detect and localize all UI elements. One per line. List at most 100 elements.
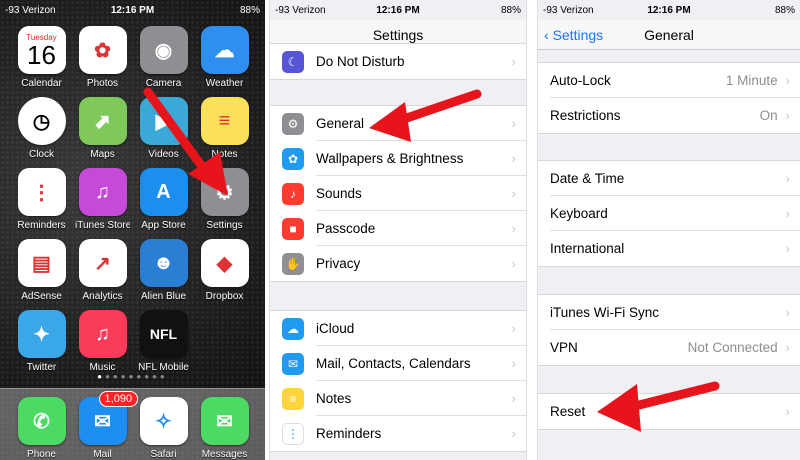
- app-label: AdSense: [21, 291, 62, 302]
- app-twitter[interactable]: ✦ Twitter: [14, 310, 69, 373]
- maps-icon: ⬈: [78, 97, 127, 145]
- app-label: Mail: [93, 449, 112, 460]
- app-calendar[interactable]: Tuesday 16 Calendar: [14, 26, 69, 89]
- page-title: Settings: [372, 26, 424, 43]
- settings-row-sounds[interactable]: ♪ Sounds ›: [270, 176, 526, 211]
- general-row-auto-lock[interactable]: Auto-Lock 1 Minute ›: [538, 63, 800, 98]
- status-time: 12:16 PM: [110, 4, 155, 16]
- status-time: 12:16 PM: [376, 4, 420, 16]
- settings-row-wallpapers-brightness[interactable]: ✿ Wallpapers & Brightness ›: [270, 141, 526, 176]
- app-music[interactable]: ♫ Music: [75, 310, 130, 373]
- adsense-icon: ▤: [17, 239, 66, 287]
- chevron-right-icon: ›: [511, 221, 516, 236]
- phone-icon: ✆: [17, 397, 66, 445]
- annotation-arrow-reset: [597, 381, 720, 432]
- nfl-icon: NFL: [139, 310, 188, 358]
- app-label: Maps: [90, 149, 115, 160]
- row-label: Auto-Lock: [550, 73, 611, 88]
- settings-row-do-not-disturb[interactable]: ☾ Do Not Disturb ›: [270, 44, 526, 79]
- row-value: Not Connected: [687, 340, 778, 355]
- app-label: Alien Blue: [140, 291, 187, 302]
- chevron-right-icon: ›: [511, 54, 516, 69]
- settings-row-mail-contacts-calendars[interactable]: ✉ Mail, Contacts, Calendars ›: [270, 346, 526, 381]
- dock-phone[interactable]: ✆ Phone: [14, 397, 69, 460]
- back-button[interactable]: ‹ Settings: [544, 27, 603, 43]
- general-row-keyboard[interactable]: Keyboard ›: [538, 196, 800, 231]
- battery-level: 88%: [500, 4, 521, 16]
- chevron-right-icon: ›: [511, 391, 516, 406]
- twitter-icon: ✦: [17, 310, 66, 358]
- app-maps[interactable]: ⬈ Maps: [75, 97, 130, 160]
- sounds-icon: ♪: [282, 182, 304, 205]
- dock-safari[interactable]: ✧ Safari: [136, 397, 191, 460]
- app-reminders[interactable]: ⋮ Reminders: [14, 168, 69, 231]
- general-group-datetime: Date & Time › Keyboard › International ›: [538, 160, 800, 267]
- dock-messages[interactable]: ✉ Messages: [197, 397, 252, 460]
- general-row-international[interactable]: International ›: [538, 231, 800, 266]
- dock: ✆ Phone ✉ 1,090 Mail ✧ Safari ✉ Messages: [0, 388, 265, 460]
- app-nfl[interactable]: NFL NFL Mobile: [136, 310, 191, 373]
- dock-mail[interactable]: ✉ 1,090 Mail: [75, 391, 139, 460]
- status-time: 12:16 PM: [647, 4, 691, 16]
- general-row-vpn[interactable]: VPN Not Connected ›: [538, 330, 800, 365]
- general-screen: -93 Verizon 12:16 PM 88% ‹ Settings Gene…: [537, 0, 800, 460]
- carrier-signal: -93 Verizon: [543, 4, 594, 16]
- app-photos[interactable]: ✿ Photos: [75, 26, 130, 89]
- privacy-icon: ✋: [282, 252, 304, 275]
- app-adsense[interactable]: ▤ AdSense: [14, 239, 69, 302]
- chevron-right-icon: ›: [785, 305, 790, 320]
- app-label: Calendar: [21, 78, 62, 89]
- general-row-date-time[interactable]: Date & Time ›: [538, 161, 800, 196]
- dropbox-icon: ◆: [200, 239, 249, 287]
- photos-icon: ✿: [78, 26, 127, 74]
- notification-badge: 1,090: [98, 391, 139, 407]
- do-not-disturb-icon: ☾: [282, 50, 304, 73]
- row-label: Wallpapers & Brightness: [316, 151, 464, 166]
- app-itunes[interactable]: ♫ iTunes Store: [75, 168, 130, 231]
- status-bar: -93 Verizon 12:16 PM 88%: [270, 0, 526, 20]
- chevron-right-icon: ›: [785, 206, 790, 221]
- home-screen: -93 Verizon 12:16 PM 88% Tuesday 16 Calend…: [0, 0, 265, 460]
- app-label: Dropbox: [205, 291, 244, 302]
- row-label: iCloud: [316, 321, 355, 336]
- app-weather[interactable]: ☁ Weather: [197, 26, 252, 89]
- settings-row-icloud[interactable]: ☁ iCloud ›: [270, 311, 526, 346]
- itunes-icon: ♫: [78, 168, 127, 216]
- app-label: Analytics: [82, 291, 123, 302]
- settings-row-privacy[interactable]: ✋ Privacy ›: [270, 246, 526, 281]
- reminders-icon: ⋮: [282, 422, 304, 445]
- carrier-signal: -93 Verizon: [5, 4, 56, 16]
- app-clock[interactable]: ◷ Clock: [14, 97, 69, 160]
- general-row-itunes-wi-fi-sync[interactable]: iTunes Wi-Fi Sync ›: [538, 295, 800, 330]
- row-label: Sounds: [316, 186, 362, 201]
- settings-row-reminders[interactable]: ⋮ Reminders ›: [270, 416, 526, 451]
- calendar-icon: Tuesday 16: [17, 26, 66, 74]
- settings-row-notes[interactable]: ≡ Notes ›: [270, 381, 526, 416]
- app-camera[interactable]: ◉ Camera: [136, 26, 191, 89]
- settings-group-accounts: ☁ iCloud › ✉ Mail, Contacts, Calendars › ≡ Note…: [270, 310, 526, 452]
- row-label: iTunes Wi-Fi Sync: [550, 305, 660, 320]
- navigation-bar: ‹ Settings General: [538, 20, 800, 50]
- row-label: Reminders: [316, 426, 382, 441]
- row-label: Keyboard: [550, 206, 608, 221]
- general-icon: ⚙: [282, 112, 304, 135]
- annotation-arrow-general: [369, 89, 482, 142]
- chevron-right-icon: ›: [785, 340, 790, 355]
- chevron-right-icon: ›: [785, 171, 790, 186]
- app-alien-blue[interactable]: ☻ Alien Blue: [136, 239, 191, 302]
- clock-icon: ◷: [17, 97, 66, 145]
- back-button-label: Settings: [552, 26, 604, 43]
- app-analytics[interactable]: ↗ Analytics: [75, 239, 130, 302]
- notes-icon: ≡: [282, 387, 304, 410]
- app-label: Phone: [27, 449, 56, 460]
- general-row-restrictions[interactable]: Restrictions On ›: [538, 98, 800, 133]
- chevron-right-icon: ›: [511, 321, 516, 336]
- chevron-right-icon: ›: [511, 116, 516, 131]
- camera-icon: ◉: [139, 26, 188, 74]
- chevron-right-icon: ›: [511, 151, 516, 166]
- general-group-sync: iTunes Wi-Fi Sync › VPN Not Connected ›: [538, 294, 800, 366]
- app-dropbox[interactable]: ◆ Dropbox: [197, 239, 252, 302]
- settings-row-passcode[interactable]: ■ Passcode ›: [270, 211, 526, 246]
- music-icon: ♫: [78, 310, 127, 358]
- analytics-icon: ↗: [78, 239, 127, 287]
